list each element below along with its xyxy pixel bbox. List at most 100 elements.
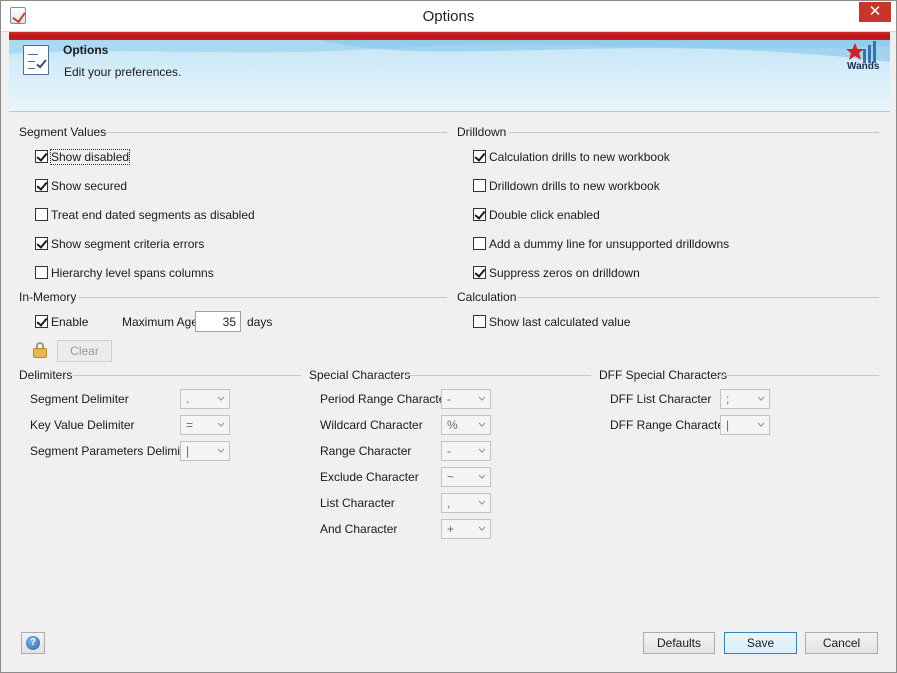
preferences-notepad-icon	[23, 45, 49, 75]
segment-delimiter-label: Segment Delimiter	[30, 392, 129, 406]
in-memory-divider	[79, 297, 447, 298]
chevron-down-icon	[478, 526, 486, 531]
chevron-down-icon	[217, 448, 225, 453]
select-value: %	[447, 418, 458, 432]
key-value-delimiter-select[interactable]: =	[180, 415, 230, 435]
exclude-character-select[interactable]: ~	[441, 467, 491, 487]
and-character-select[interactable]: +	[441, 519, 491, 539]
lock-icon	[32, 342, 48, 358]
window-title: Options	[422, 8, 475, 25]
checkbox-label: Calculation drills to new workbook	[489, 150, 670, 164]
banner-subtitle: Edit your preferences.	[64, 65, 182, 79]
select-value: ;	[726, 392, 730, 406]
select-value: +	[447, 522, 455, 536]
select-value: ,	[447, 496, 451, 510]
list-character-select[interactable]: ,	[441, 493, 491, 513]
checkbox-box[interactable]	[473, 150, 486, 163]
drilldown-divider	[509, 132, 879, 133]
segment-parameters-delimiter-label: Segment Parameters Delimiter	[30, 444, 195, 458]
checkbox-label: Show last calculated value	[489, 315, 631, 329]
chevron-down-icon	[478, 448, 486, 453]
in-memory-title: In-Memory	[19, 290, 83, 304]
checkbox-label: Suppress zeros on drilldown	[489, 266, 640, 280]
segment-values-divider	[105, 132, 447, 133]
dff-list-character-select[interactable]: ;	[720, 389, 770, 409]
special-characters-title: Special Characters	[309, 368, 417, 382]
defaults-button[interactable]: Defaults	[643, 632, 715, 654]
list-character-label: List Character	[320, 496, 395, 510]
period-range-character-label: Period Range Character	[320, 392, 450, 406]
checkbox-label: Show segment criteria errors	[51, 237, 205, 251]
dff-special-characters-divider	[717, 375, 879, 376]
maximum-age-input[interactable]: 35	[195, 311, 241, 332]
calculation-title: Calculation	[457, 290, 523, 304]
period-range-character-select[interactable]: -	[441, 389, 491, 409]
checkbox-label: Show secured	[51, 179, 128, 193]
checkbox-label: Hierarchy level spans columns	[51, 266, 214, 280]
chevron-down-icon	[757, 422, 765, 427]
checkbox-box[interactable]	[473, 315, 486, 328]
checkbox-box[interactable]	[473, 237, 486, 250]
dff-list-character-label: DFF List Character	[610, 392, 712, 406]
range-character-label: Range Character	[320, 444, 412, 458]
wands-logo-text: Wands	[847, 61, 880, 72]
help-button[interactable]: ?	[21, 632, 45, 654]
select-value: |	[186, 444, 190, 458]
select-value: |	[726, 418, 730, 432]
wildcard-character-label: Wildcard Character	[320, 418, 423, 432]
header-banner: Options Edit your preferences. Wands	[9, 32, 890, 112]
select-value: =	[186, 418, 194, 432]
checkbox-box[interactable]	[35, 150, 48, 163]
banner-accent-line	[9, 32, 890, 37]
checkbox-label: Drilldown drills to new workbook	[489, 179, 660, 193]
cancel-button[interactable]: Cancel	[805, 632, 878, 654]
chevron-down-icon	[478, 474, 486, 479]
checkbox-box[interactable]	[473, 179, 486, 192]
checkbox-box[interactable]	[35, 208, 48, 221]
checkbox-box[interactable]	[473, 266, 486, 279]
delimiters-divider	[73, 375, 301, 376]
chevron-down-icon	[478, 396, 486, 401]
special-characters-divider	[405, 375, 591, 376]
dff-range-character-select[interactable]: |	[720, 415, 770, 435]
dff-special-characters-title: DFF Special Characters	[599, 368, 734, 382]
wildcard-character-select[interactable]: %	[441, 415, 491, 435]
exclude-character-label: Exclude Character	[320, 470, 419, 484]
checkbox-label: Double click enabled	[489, 208, 600, 222]
maximum-age-label: Maximum Age	[122, 315, 199, 329]
days-label: days	[247, 315, 273, 329]
select-value: .	[186, 392, 190, 406]
segment-parameters-delimiter-select[interactable]: |	[180, 441, 230, 461]
checkbox-box[interactable]	[473, 208, 486, 221]
checkbox-box[interactable]	[35, 237, 48, 250]
checkbox-label: Show disabled	[49, 149, 131, 165]
range-character-select[interactable]: -	[441, 441, 491, 461]
dff-range-character-label: DFF Range Character	[610, 418, 729, 432]
checkbox-box[interactable]	[35, 266, 48, 279]
segment-delimiter-select[interactable]: .	[180, 389, 230, 409]
select-value: ~	[447, 470, 455, 484]
drilldown-title: Drilldown	[457, 125, 513, 139]
options-dialog: Options ✕ Options Edit your preferences.…	[0, 0, 897, 673]
checkbox-label: Add a dummy line for unsupported drilldo…	[489, 237, 730, 251]
delimiters-title: Delimiters	[19, 368, 79, 382]
banner-title: Options	[63, 43, 109, 57]
help-icon: ?	[26, 636, 40, 650]
checkbox-label: Enable	[51, 315, 89, 329]
chevron-down-icon	[217, 396, 225, 401]
select-value: -	[447, 392, 451, 406]
save-button[interactable]: Save	[724, 632, 797, 654]
chevron-down-icon	[478, 422, 486, 427]
key-value-delimiter-label: Key Value Delimiter	[30, 418, 135, 432]
checkbox-box[interactable]	[35, 315, 48, 328]
and-character-label: And Character	[320, 522, 398, 536]
select-value: -	[447, 444, 451, 458]
clear-button[interactable]: Clear	[57, 340, 112, 362]
chevron-down-icon	[478, 500, 486, 505]
close-button[interactable]: ✕	[859, 2, 891, 22]
title-bar: Options ✕	[1, 1, 896, 32]
chevron-down-icon	[217, 422, 225, 427]
checkbox-label: Treat end dated segments as disabled	[51, 208, 255, 222]
checkbox-box[interactable]	[35, 179, 48, 192]
segment-values-title: Segment Values	[19, 125, 113, 139]
